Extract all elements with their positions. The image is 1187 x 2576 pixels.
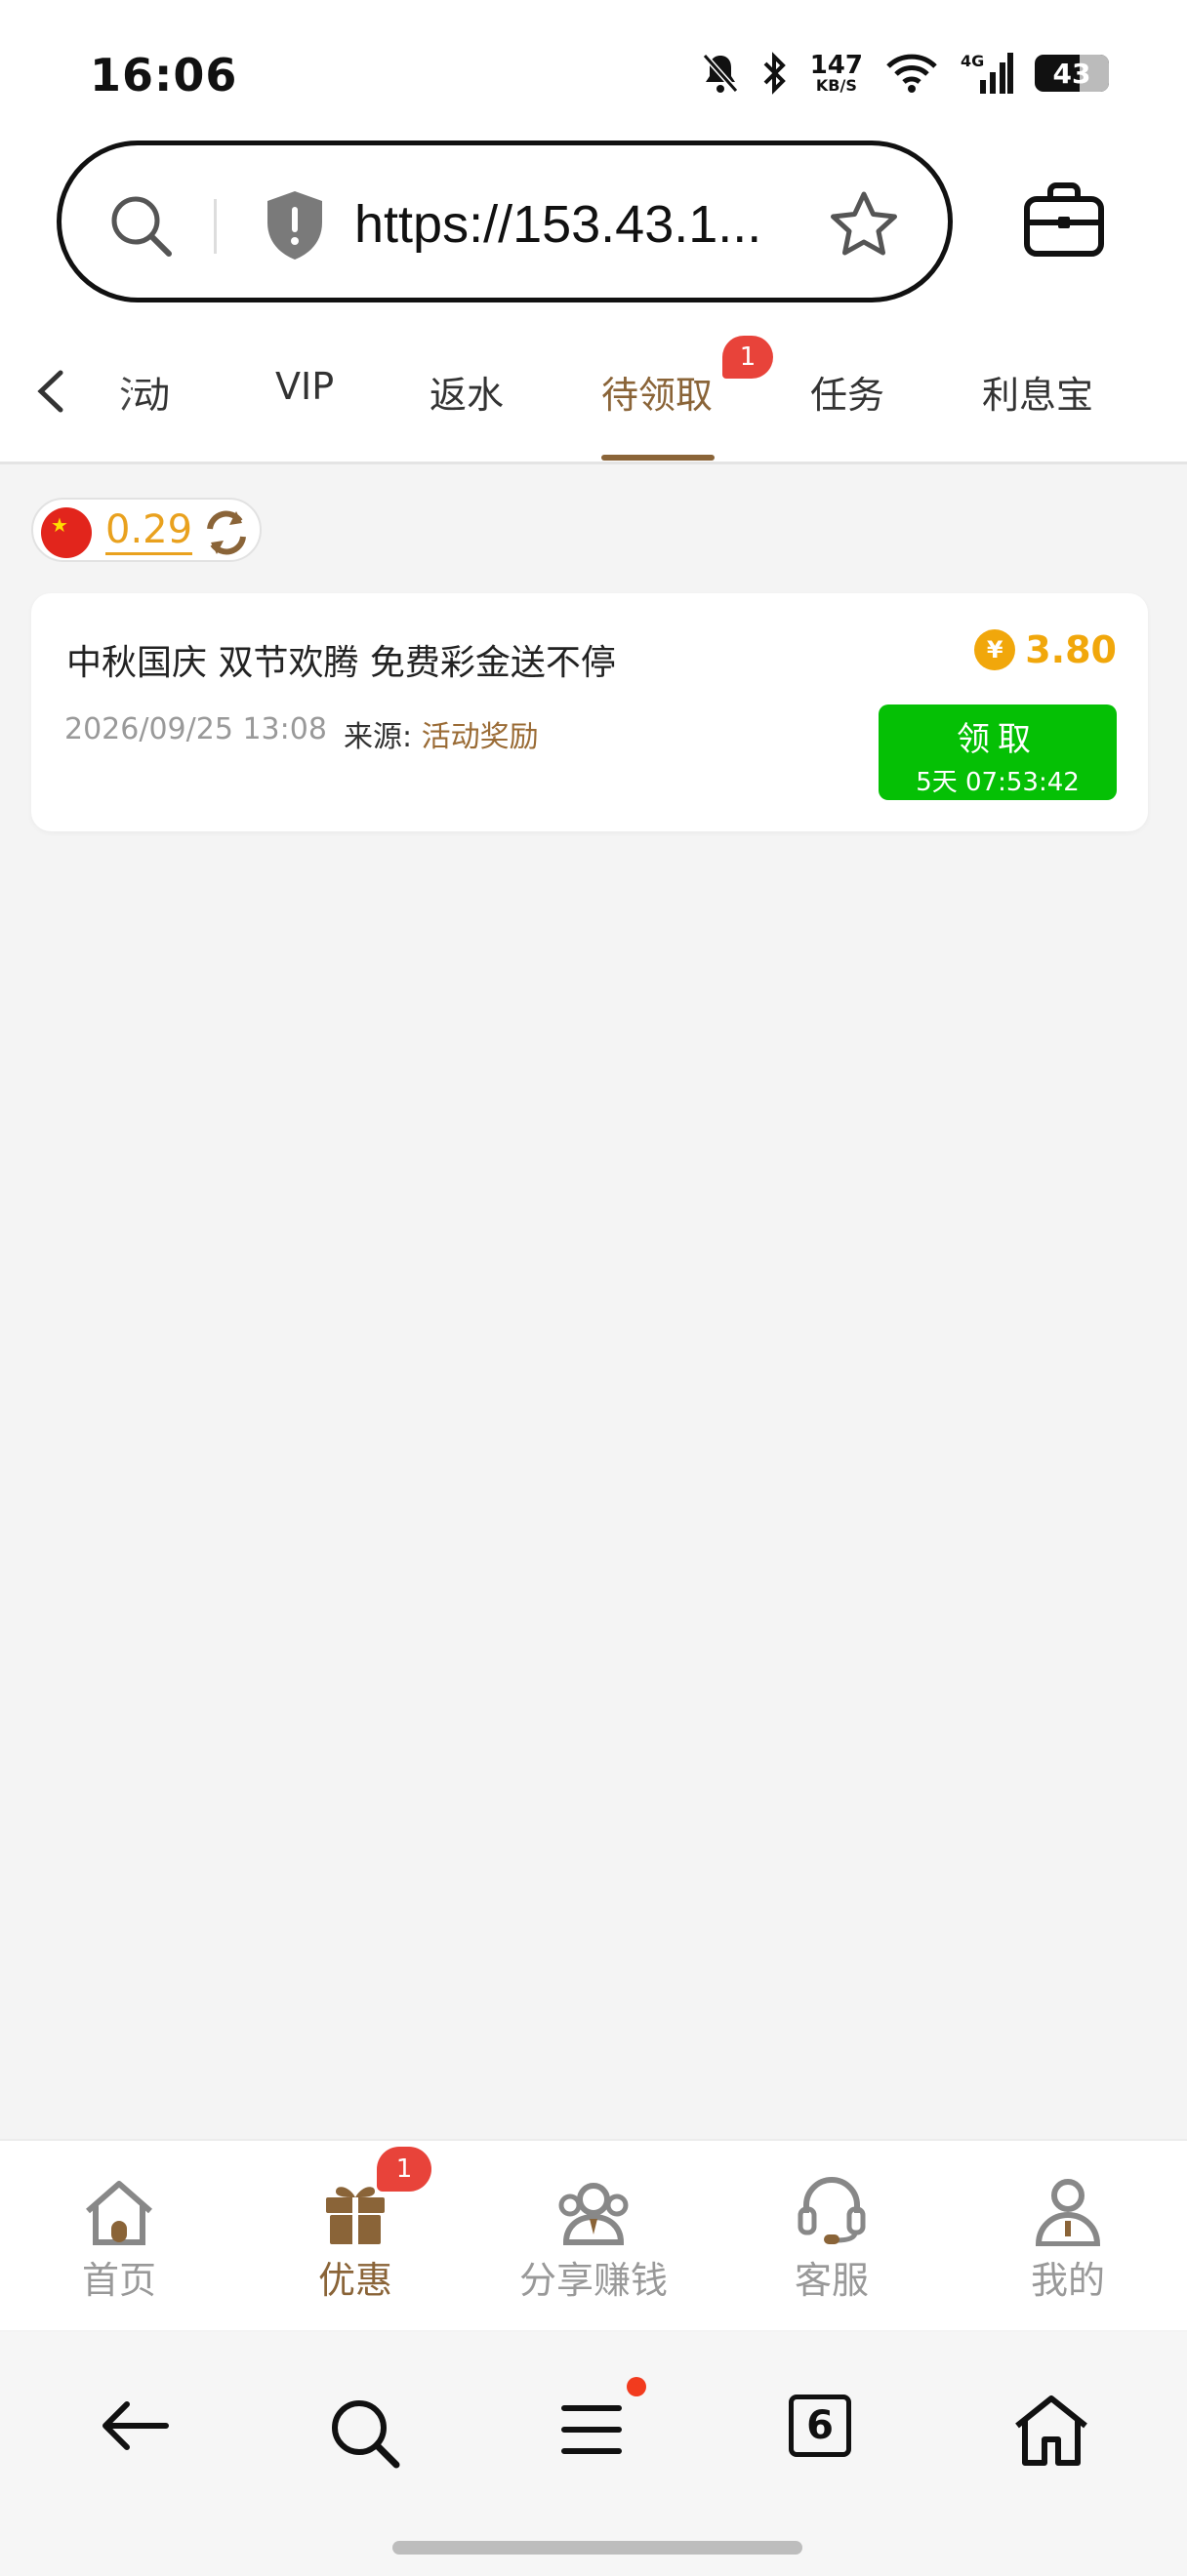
home-indicator[interactable] <box>392 2541 802 2555</box>
browser-address-row: https://153.43.1... <box>0 137 1187 312</box>
tab-interest[interactable]: 利息宝 <box>982 365 1093 419</box>
toolbox-icon[interactable] <box>1021 180 1107 262</box>
claim-button-label: 领取 <box>957 720 1039 759</box>
yuan-coin-icon: ¥ <box>974 629 1016 670</box>
wifi-icon <box>886 54 937 93</box>
claim-countdown: 5天 07:53:42 <box>916 768 1080 797</box>
bluetooth-icon <box>763 52 786 95</box>
search-icon[interactable] <box>106 191 177 262</box>
tab-vip[interactable]: VIP <box>275 365 334 408</box>
search-icon[interactable] <box>326 2395 404 2473</box>
user-icon <box>1035 2179 1101 2246</box>
chevron-left-icon[interactable] <box>31 367 70 416</box>
address-bar[interactable]: https://153.43.1... <box>57 141 953 302</box>
tab-rebate[interactable]: 返水 <box>430 365 504 419</box>
home-icon <box>86 2181 152 2245</box>
china-flag-icon: ★ <box>41 507 92 558</box>
network-speed: 147 KB/S <box>809 51 863 95</box>
category-tabs: 活动 VIP 返水 待领取 1 任务 利息宝 <box>0 312 1187 464</box>
mute-bell-icon <box>702 54 738 93</box>
reward-title: 中秋国庆 双节欢腾 免费彩金送不停 <box>66 643 616 683</box>
reward-amount: ¥ 3.80 <box>974 628 1117 671</box>
bookmark-star-icon[interactable] <box>827 188 901 262</box>
tab-tasks[interactable]: 任务 <box>810 365 884 419</box>
back-arrow-icon[interactable] <box>98 2395 172 2457</box>
reward-source-label: 来源: <box>344 720 413 754</box>
balance-chip: ★ 0.29 <box>31 498 262 562</box>
tab-pending-claim[interactable]: 待领取 <box>601 365 713 419</box>
refresh-icon[interactable] <box>201 507 252 558</box>
status-time: 16:06 <box>90 49 238 101</box>
reward-source-value: 活动奖励 <box>421 720 539 754</box>
status-icons: 147 KB/S 4G 43 <box>701 51 1109 96</box>
claim-button[interactable]: 领取 5天 07:53:42 <box>879 704 1117 800</box>
battery-indicator: 43 <box>1035 55 1109 92</box>
tab-activity[interactable]: 活动 <box>119 365 170 419</box>
share-earn-icon <box>558 2183 629 2245</box>
reward-source: 来源: 活动奖励 <box>344 712 539 755</box>
reward-card: 中秋国庆 双节欢腾 免费彩金送不停 ¥ 3.80 2026/09/25 13:0… <box>31 593 1148 831</box>
nav-share-earn[interactable]: 分享赚钱 <box>496 2174 691 2304</box>
nav-promotions-badge: 1 <box>377 2147 431 2192</box>
url-text[interactable]: https://153.43.1... <box>354 194 761 255</box>
menu-icon[interactable] <box>560 2400 623 2459</box>
cell-signal-icon: 4G <box>961 52 1013 94</box>
reward-date: 2026/09/25 13:08 <box>64 712 327 746</box>
insecure-shield-icon[interactable] <box>263 187 327 263</box>
reward-amount-value: 3.80 <box>1025 628 1117 671</box>
status-bar: 16:06 147 KB/S 4G 43 <box>0 0 1187 137</box>
svg-text:4G: 4G <box>961 52 984 70</box>
tabs-count-button[interactable]: 6 <box>789 2395 851 2457</box>
nav-home[interactable]: 首页 <box>21 2174 217 2304</box>
nav-support[interactable]: 客服 <box>734 2174 929 2304</box>
bottom-nav: 首页 优惠 分享赚钱 客服 我的 <box>0 2139 1187 2330</box>
active-tab-indicator <box>601 455 715 461</box>
home-icon[interactable] <box>1011 2393 1091 2467</box>
browser-toolbar: 6 <box>0 2332 1187 2576</box>
headset-icon <box>798 2177 866 2244</box>
address-separator <box>214 199 217 254</box>
nav-promotions[interactable]: 优惠 <box>258 2174 453 2304</box>
balance-amount[interactable]: 0.29 <box>105 507 193 555</box>
menu-notification-dot <box>627 2377 646 2396</box>
nav-profile[interactable]: 我的 <box>970 2174 1166 2304</box>
tab-pending-badge: 1 <box>722 336 773 379</box>
